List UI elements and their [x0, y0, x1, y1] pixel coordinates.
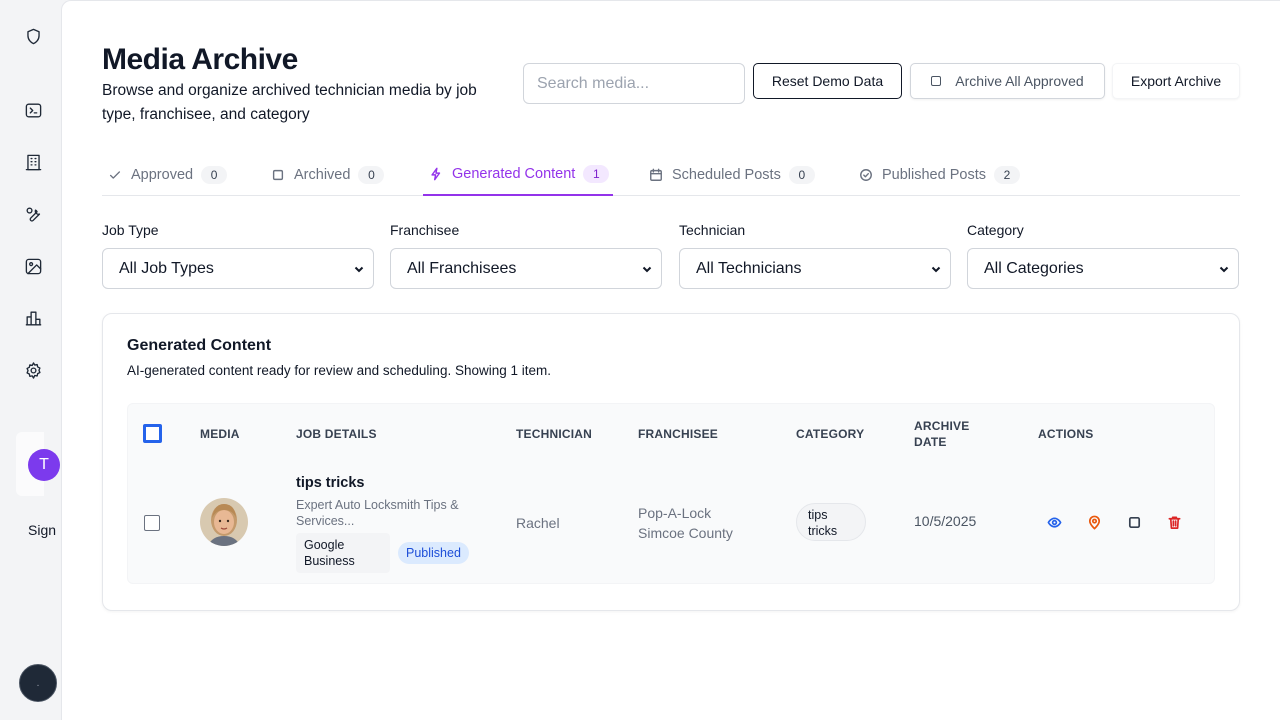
- tab-published-posts[interactable]: Published Posts 2: [853, 153, 1020, 196]
- column-header-media: MEDIA: [200, 427, 240, 441]
- sidebar: T Sign .: [0, 0, 62, 720]
- column-header-actions: ACTIONS: [1038, 427, 1094, 441]
- franchisee-value: All Franchisees: [407, 259, 517, 277]
- platform-badge: Google Business: [296, 533, 390, 573]
- lightning-icon: [431, 167, 441, 180]
- eye-icon[interactable]: [1045, 513, 1063, 531]
- export-archive-label: Export Archive: [1130, 73, 1222, 89]
- main-panel: Media Archive Browse and organize archiv…: [61, 0, 1280, 720]
- tab-label: Generated Content: [452, 165, 576, 182]
- franchisee-select[interactable]: All Franchisees: [390, 248, 662, 289]
- section-title: Generated Content: [127, 337, 272, 354]
- job-type-select[interactable]: All Job Types: [102, 248, 374, 289]
- tab-label: Archived: [294, 166, 351, 183]
- tab-scheduled-posts[interactable]: Scheduled Posts 0: [643, 153, 815, 196]
- job-description: Expert Auto Locksmith Tips & Services...: [296, 498, 459, 528]
- tab-bar: Approved 0 Archived 0 Generated Content …: [102, 153, 1240, 196]
- export-archive-button[interactable]: Export Archive: [1112, 63, 1240, 99]
- sign-link[interactable]: Sign: [28, 522, 56, 538]
- archive-all-approved-button[interactable]: Archive All Approved: [910, 63, 1105, 99]
- column-header-archive-date: ARCHIVE DATE: [914, 419, 970, 449]
- tab-count-badge: 1: [583, 164, 610, 183]
- category-label: Category: [967, 222, 1024, 238]
- category-badge: tips tricks: [796, 503, 866, 541]
- tab-label: Scheduled Posts: [672, 166, 781, 183]
- technician-photo[interactable]: [200, 498, 248, 546]
- category-value: All Categories: [984, 259, 1084, 277]
- gear-icon[interactable]: [22, 359, 44, 381]
- technician-value: All Technicians: [696, 259, 802, 277]
- status-badge: Published: [398, 542, 469, 564]
- technician-select[interactable]: All Technicians: [679, 248, 951, 289]
- generated-content-card: Generated Content AI-generated content r…: [102, 313, 1240, 611]
- column-header-job-details: JOB DETAILS: [296, 427, 377, 441]
- square-icon: [272, 169, 284, 180]
- archive-date-cell: 10/5/2025: [914, 513, 977, 529]
- reset-demo-data-button[interactable]: Reset Demo Data: [753, 63, 902, 99]
- chevron-down-icon: [641, 262, 653, 274]
- tab-label: Published Posts: [882, 166, 986, 183]
- tab-approved[interactable]: Approved 0: [102, 153, 228, 196]
- terminal-icon[interactable]: [22, 99, 44, 121]
- section-description: AI-generated content ready for review an…: [127, 363, 551, 378]
- wrench-icon[interactable]: [22, 203, 44, 225]
- chevron-down-icon: [353, 262, 365, 274]
- tab-count-badge: 2: [993, 165, 1020, 184]
- tab-count-badge: 0: [201, 165, 228, 184]
- job-title: tips tricks: [296, 475, 365, 491]
- column-header-franchisee: FRANCHISEE: [638, 427, 719, 441]
- job-type-label: Job Type: [102, 222, 159, 238]
- archive-square-icon: [931, 76, 942, 86]
- row-checkbox[interactable]: [144, 515, 160, 531]
- bar-chart-icon[interactable]: [22, 307, 44, 329]
- tab-generated-content[interactable]: Generated Content 1: [423, 153, 614, 196]
- chevron-down-icon: [1218, 262, 1230, 274]
- category-select[interactable]: All Categories: [967, 248, 1239, 289]
- user-menu-button[interactable]: .: [19, 664, 57, 702]
- page-title: Media Archive: [102, 43, 298, 76]
- image-icon[interactable]: [22, 255, 44, 277]
- square-icon[interactable]: [1125, 513, 1143, 531]
- technician-label: Technician: [679, 222, 746, 238]
- check-circle-icon: [860, 168, 872, 181]
- building-icon[interactable]: [22, 151, 44, 173]
- technician-cell: Rachel: [516, 515, 560, 531]
- page-subtitle: Browse and organize archived technician …: [102, 82, 477, 123]
- media-table: MEDIA JOB DETAILS TECHNICIAN FRANCHISEE …: [127, 403, 1215, 584]
- column-header-technician: TECHNICIAN: [516, 427, 592, 441]
- search-input[interactable]: [523, 63, 745, 104]
- shield-logo-icon[interactable]: [22, 25, 44, 47]
- tab-archived[interactable]: Archived 0: [265, 153, 385, 196]
- map-pin-icon[interactable]: [1085, 513, 1103, 531]
- chevron-down-icon: [930, 262, 942, 274]
- tab-count-badge: 0: [358, 165, 385, 184]
- franchisee-cell: Pop-A-Lock Simcoe County: [638, 505, 733, 541]
- reset-demo-data-label: Reset Demo Data: [771, 73, 884, 89]
- calendar-icon: [650, 168, 662, 181]
- select-all-checkbox[interactable]: [143, 424, 162, 443]
- tab-count-badge: 0: [788, 165, 815, 184]
- job-type-value: All Job Types: [119, 259, 214, 277]
- trash-icon[interactable]: [1165, 513, 1183, 531]
- archive-all-approved-label: Archive All Approved: [955, 73, 1084, 89]
- avatar[interactable]: T: [28, 449, 60, 481]
- check-icon: [109, 170, 121, 179]
- column-header-category: CATEGORY: [796, 427, 865, 441]
- franchisee-label: Franchisee: [390, 222, 460, 238]
- tab-label: Approved: [131, 166, 194, 183]
